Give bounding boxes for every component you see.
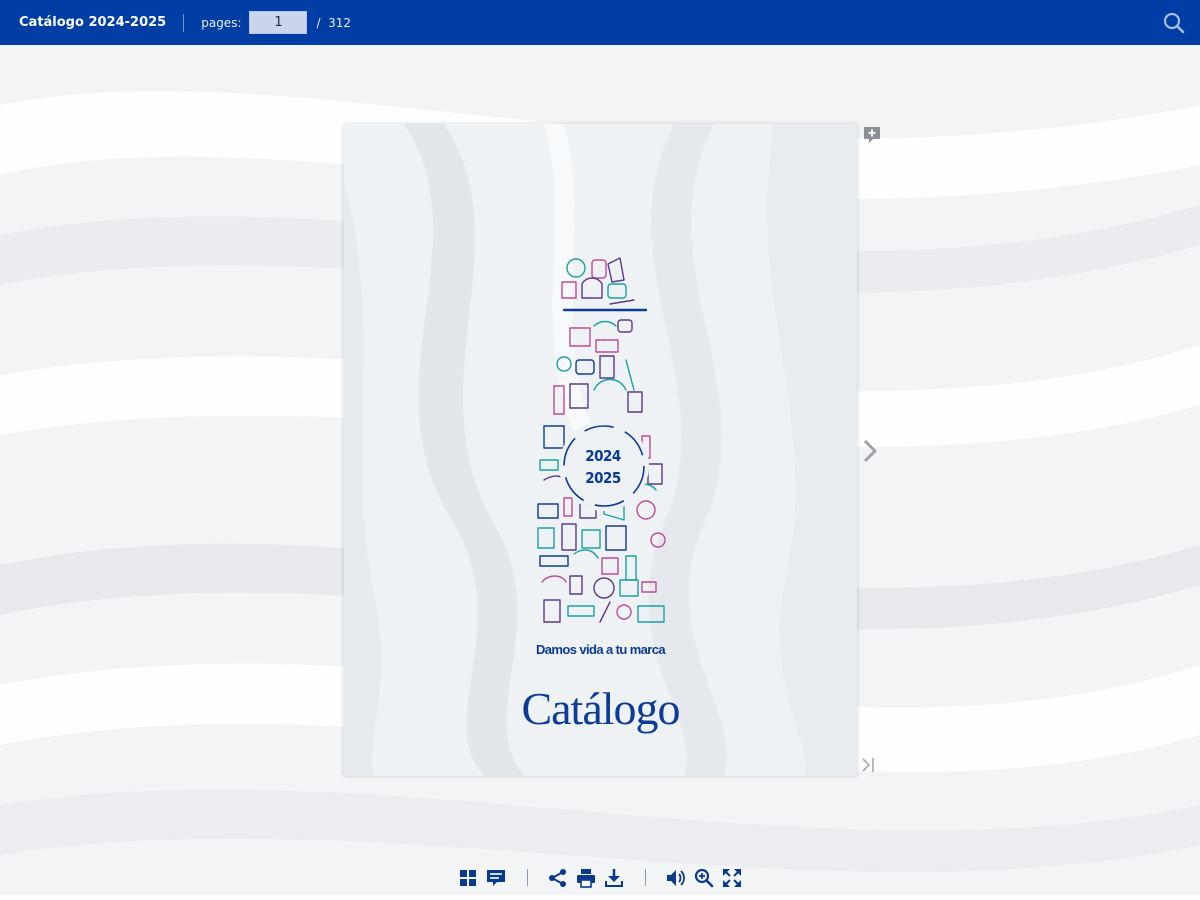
chevron-right-icon[interactable] (861, 437, 879, 465)
bottom-toolbar (0, 863, 1200, 893)
last-page-icon[interactable] (860, 756, 878, 774)
total-pages: / 312 (316, 15, 352, 30)
top-bar: Catálogo 2024-2025 pages: / 312 (0, 0, 1200, 45)
zoom-in-icon[interactable] (693, 867, 715, 889)
share-icon[interactable] (547, 867, 569, 889)
fullscreen-icon[interactable] (721, 867, 743, 889)
cover-logo: Catálogo (521, 683, 680, 734)
cover-year-badge: 2024 2025 (560, 424, 646, 510)
print-icon[interactable] (575, 867, 597, 889)
cover-slogan: Damos vida a tu marca (535, 642, 666, 657)
page-number-input[interactable] (249, 11, 308, 34)
toolbar-divider (645, 869, 646, 886)
bottom-strip (0, 895, 1200, 900)
thumbnails-icon[interactable] (457, 867, 479, 889)
divider (183, 13, 185, 32)
download-icon[interactable] (603, 867, 625, 889)
add-comment-icon[interactable] (862, 125, 882, 145)
volume-icon[interactable] (665, 867, 687, 889)
year-start: 2024 (585, 447, 621, 465)
comments-icon[interactable] (485, 867, 507, 889)
search-icon[interactable] (1163, 12, 1185, 34)
catalog-cover-page[interactable]: 2024 2025 Damos vida a tu marca Catálogo (344, 124, 857, 776)
toolbar-divider (527, 869, 528, 886)
pages-label: pages: (201, 15, 242, 30)
document-title: Catálogo 2024-2025 (19, 15, 167, 30)
year-end: 2025 (585, 469, 621, 487)
